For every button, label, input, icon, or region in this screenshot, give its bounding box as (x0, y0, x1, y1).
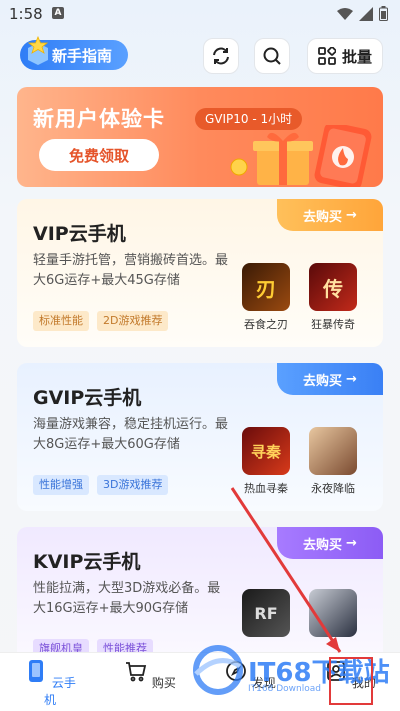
tab-label: 云手机 (43, 676, 76, 707)
watermark-sub: IT168 Download (248, 684, 321, 694)
refresh-icon (213, 47, 229, 65)
game-icon: 寻秦 (242, 427, 290, 475)
card-title: GVIP云手机 (33, 387, 142, 409)
buy-button[interactable]: 去购买 → (277, 199, 383, 231)
tag: 性能增强 (33, 475, 89, 495)
vip-card[interactable]: VIP云手机 轻量手游托管，营销搬砖首选。最大6G运存+最大45G存储 标准性能… (17, 199, 383, 347)
search-button[interactable] (254, 38, 290, 74)
card-title: VIP云手机 (33, 223, 126, 245)
signal-icon (359, 6, 373, 21)
beginner-guide-button[interactable]: 新手指南 (20, 36, 128, 70)
game-icon (309, 427, 357, 475)
tab-cloud-phone[interactable]: 云手机 (20, 659, 80, 708)
new-user-trial-banner[interactable]: 新用户体验卡 GVIP10 - 1小时 免费领取 (17, 87, 383, 187)
search-icon (263, 47, 281, 65)
cart-icon (126, 662, 147, 682)
gvip-card[interactable]: GVIP云手机 海量游戏兼容，稳定挂机运行。最大8G运存+最大60G存储 性能增… (17, 363, 383, 511)
tab-label: 购买 (151, 676, 176, 690)
game-item[interactable]: 寻秦 热血寻秦 (236, 427, 296, 496)
buy-label: 去购买 (303, 209, 343, 225)
watermark-logo-icon (193, 645, 243, 695)
tag: 标准性能 (33, 311, 89, 331)
tag: 2D游戏推荐 (97, 311, 169, 331)
batch-label: 批量 (341, 47, 372, 66)
card-description: 性能拉满，大型3D游戏必备。最大16G运存+最大90G存储 (33, 581, 221, 616)
top-bar: 新手指南 批量 (0, 36, 400, 74)
card-tags: 标准性能 2D游戏推荐 (33, 311, 169, 331)
batch-button[interactable]: 批量 (307, 38, 383, 74)
buy-button[interactable]: 去购买 → (277, 363, 383, 395)
arrow-right-icon: → (346, 207, 357, 223)
game-name: 热血寻秦 (244, 482, 288, 495)
battery-icon (379, 6, 388, 21)
buy-button[interactable]: 去购买 → (277, 527, 383, 559)
status-time: 1:58 (9, 5, 43, 23)
game-name: 狂暴传奇 (311, 318, 355, 331)
status-bar: 1:58 A (0, 0, 400, 28)
arrow-right-icon: → (346, 535, 357, 551)
game-item[interactable]: 永夜降临 (303, 427, 363, 496)
game-name: 永夜降临 (311, 482, 355, 495)
game-name: 吞食之刃 (244, 318, 288, 331)
buy-label: 去购买 (303, 537, 343, 553)
game-item[interactable]: 刃 吞食之刃 (236, 263, 296, 332)
game-item[interactable]: 传 狂暴传奇 (303, 263, 363, 332)
gift-phone-icon (230, 125, 372, 187)
game-icon: 传 (309, 263, 357, 311)
notification-icon: A (52, 7, 64, 19)
game-icon: 刃 (242, 263, 290, 311)
system-icons (337, 6, 388, 21)
free-claim-button[interactable]: 免费领取 (39, 139, 159, 171)
banner-title: 新用户体验卡 (33, 107, 165, 131)
card-tags: 性能增强 3D游戏推荐 (33, 475, 169, 495)
tab-purchase[interactable]: 购买 (120, 659, 180, 691)
card-title: KVIP云手机 (33, 551, 141, 573)
wifi-icon (337, 7, 353, 20)
refresh-button[interactable] (203, 38, 239, 74)
annotation-highlight-box (329, 657, 373, 705)
tag: 3D游戏推荐 (97, 475, 169, 495)
card-description: 轻量手游托管，营销搬砖首选。最大6G运存+最大45G存储 (33, 253, 229, 288)
arrow-right-icon: → (346, 371, 357, 387)
grid-icon (318, 47, 336, 65)
phone-icon (29, 660, 44, 682)
buy-label: 去购买 (303, 373, 343, 389)
card-description: 海量游戏兼容，稳定挂机运行。最大8G运存+最大60G存储 (33, 417, 229, 452)
star-box-icon (27, 36, 49, 65)
beginner-guide-label: 新手指南 (52, 46, 113, 65)
